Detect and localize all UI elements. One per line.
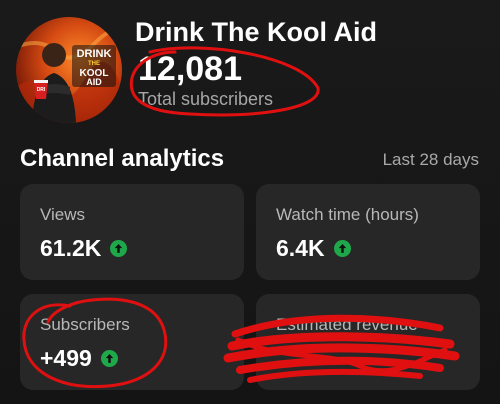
total-subscriber-count: 12,081 [138, 50, 242, 88]
watch-time-card[interactable]: Watch time (hours) 6.4K [256, 184, 480, 280]
channel-dashboard: DRI DRINK THE KOOL AID Drink The Kool Ai… [0, 0, 500, 404]
channel-name: Drink The Kool Aid [135, 17, 377, 47]
views-card[interactable]: Views 61.2K [20, 184, 244, 280]
arrow-up-circle-icon [110, 240, 128, 257]
subscribers-value: +499 [40, 345, 92, 371]
watch-time-label: Watch time (hours) [276, 205, 419, 224]
svg-text:AID: AID [86, 77, 102, 87]
views-label: Views [40, 205, 86, 224]
subscribers-card[interactable]: Subscribers +499 [20, 294, 244, 390]
estimated-revenue-label: Estimated revenue [276, 315, 418, 334]
analytics-period-selector[interactable]: Last 28 days [383, 150, 479, 170]
total-subscribers-label: Total subscribers [138, 89, 274, 109]
svg-text:DRINK: DRINK [77, 48, 112, 60]
svg-text:THE: THE [88, 61, 100, 67]
estimated-revenue-card[interactable]: Estimated revenue [256, 294, 480, 390]
svg-text:DRI: DRI [37, 87, 46, 93]
subscribers-label: Subscribers [40, 315, 130, 334]
avatar-image: DRI DRINK THE KOOL AID [16, 29, 122, 123]
analytics-section-title: Channel analytics [20, 145, 225, 172]
arrow-up-circle-icon [100, 350, 118, 367]
views-value: 61.2K [40, 235, 102, 261]
arrow-up-circle-icon [333, 240, 351, 257]
channel-avatar[interactable]: DRI DRINK THE KOOL AID [16, 17, 122, 123]
watch-time-value: 6.4K [276, 235, 325, 261]
